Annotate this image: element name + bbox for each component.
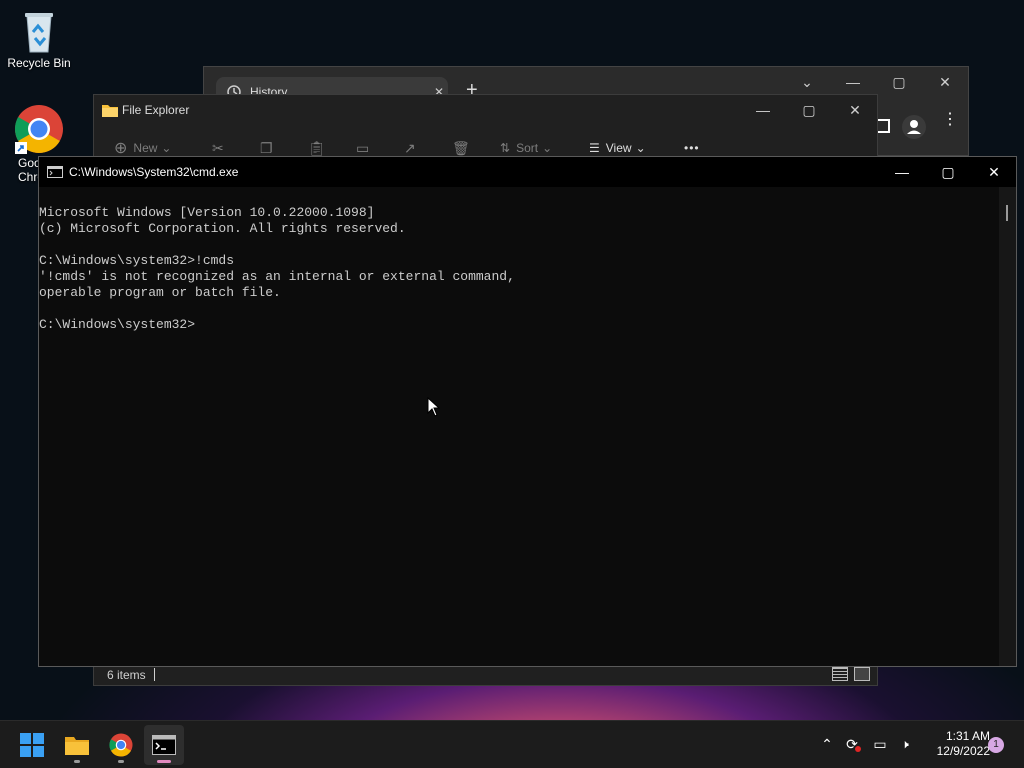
cmd-line (39, 301, 999, 317)
chrome-icon (109, 733, 133, 757)
cmd-line: (c) Microsoft Corporation. All rights re… (39, 221, 406, 236)
cmd-line: C:\Windows\system32>!cmds (39, 253, 235, 268)
status-divider (154, 668, 155, 681)
notification-badge[interactable]: 1 (988, 737, 1004, 753)
chevron-down-icon: ⌄ (635, 141, 646, 155)
status-items-count: 6 items (107, 668, 146, 682)
cmd-titlebar[interactable]: C:\Windows\System32\cmd.exe — ▢ ✕ (39, 157, 1016, 187)
cmd-line: operable program or batch file. (39, 285, 281, 300)
cmd-line: '!cmds' is not recognized as an internal… (39, 269, 515, 284)
clock[interactable]: 1:31 AM 12/9/2022 (920, 729, 990, 759)
sort-icon: ⇅ (500, 141, 511, 155)
browser-close-button[interactable]: ✕ (922, 67, 968, 97)
clock-time: 1:31 AM (945, 729, 990, 743)
taskbar-command-prompt[interactable] (144, 725, 184, 765)
desktop-icon-recycle-bin[interactable]: Recycle Bin (0, 8, 78, 71)
sync-icon[interactable]: ⟳ (841, 733, 863, 755)
cmd-window-title: C:\Windows\System32\cmd.exe (69, 165, 239, 179)
cmd-scrollbar[interactable] (999, 187, 1016, 666)
show-hidden-icons-chevron-icon[interactable]: ⌃ (816, 733, 838, 755)
active-indicator (157, 760, 171, 763)
tab-search-icon[interactable]: ⌄ (784, 67, 830, 97)
new-label: New (133, 141, 158, 155)
recycle-bin-label: Recycle Bin (7, 56, 71, 70)
windows-logo-icon (20, 733, 44, 757)
chevron-down-icon: ⌄ (161, 141, 172, 155)
cmd-maximize-button[interactable]: ▢ (925, 157, 971, 187)
chevron-down-icon: ⌄ (542, 141, 553, 155)
profile-icon[interactable] (902, 115, 926, 139)
browser-maximize-button[interactable]: ▢ (876, 67, 922, 97)
cmd-minimize-button[interactable]: — (879, 157, 925, 187)
view-label: View (605, 141, 632, 155)
browser-menu-icon[interactable]: ⋮ (942, 112, 958, 128)
cmd-close-button[interactable]: ✕ (971, 157, 1017, 187)
explorer-maximize-button[interactable]: ▢ (786, 95, 832, 125)
explorer-close-button[interactable]: ✕ (832, 95, 878, 125)
running-indicator (74, 760, 80, 763)
taskbar-file-explorer[interactable] (57, 725, 97, 765)
plus-circle-icon: ⊕ (114, 140, 128, 157)
mouse-cursor-icon (427, 397, 441, 417)
cmd-line (39, 237, 999, 253)
explorer-title: File Explorer (122, 103, 190, 117)
error-dot (855, 746, 861, 752)
running-indicator (118, 760, 124, 763)
view-icon: ☰ (589, 141, 600, 155)
details-view-icon[interactable] (832, 667, 848, 681)
taskbar-chrome[interactable] (101, 725, 141, 765)
cmd-window[interactable]: C:\Windows\System32\cmd.exe — ▢ ✕ Micros… (38, 156, 1017, 667)
cmd-output[interactable]: Microsoft Windows [Version 10.0.22000.10… (39, 189, 999, 365)
tiles-view-icon[interactable] (854, 667, 870, 681)
sidebar-toggle-icon[interactable] (876, 119, 890, 133)
network-icon[interactable]: ▭ (869, 733, 891, 755)
start-button[interactable] (12, 725, 52, 765)
clock-date: 12/9/2022 (936, 744, 990, 758)
taskbar: ⌃ ⟳ ▭ 🕨︎ 1:31 AM 12/9/2022 1 (0, 720, 1024, 768)
shortcut-arrow-icon (15, 142, 27, 154)
folder-icon (65, 737, 89, 755)
recycle-bin-icon (25, 13, 53, 53)
sort-label: Sort (516, 141, 539, 155)
scrollbar-thumb[interactable] (1006, 205, 1008, 221)
volume-muted-icon[interactable]: 🕨︎ (894, 733, 916, 755)
cmd-line: Microsoft Windows [Version 10.0.22000.10… (39, 205, 375, 220)
terminal-icon (152, 735, 176, 755)
explorer-minimize-button[interactable]: — (740, 95, 786, 125)
browser-minimize-button[interactable]: — (830, 67, 876, 97)
folder-icon (102, 105, 118, 117)
cmd-prompt-line: C:\Windows\system32> (39, 317, 196, 332)
cmd-app-icon (47, 166, 63, 178)
